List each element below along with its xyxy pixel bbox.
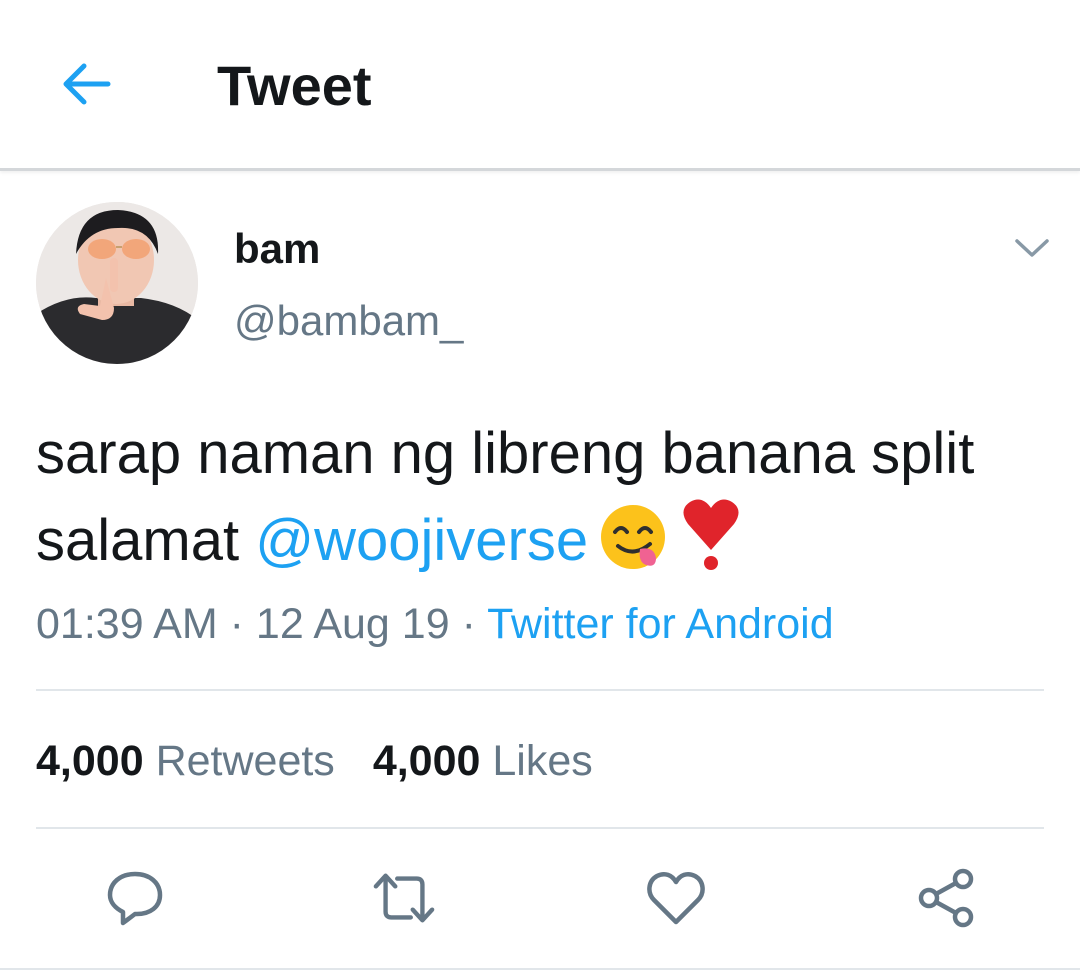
profile-photo xyxy=(36,202,198,364)
retweet-icon xyxy=(373,873,435,923)
like-button[interactable] xyxy=(644,866,708,930)
retweets-count: 4,000 xyxy=(36,737,144,785)
mention-link[interactable]: @woojiverse xyxy=(255,508,588,573)
heavy-heart-exclamation-emoji xyxy=(678,496,744,595)
reply-icon xyxy=(107,871,163,926)
back-button[interactable] xyxy=(50,52,120,116)
divider xyxy=(36,827,1044,829)
retweets-stat[interactable]: 4,000 Retweets xyxy=(36,737,335,785)
divider xyxy=(36,689,1044,691)
tweet-text: sarap naman ng libreng banana split sala… xyxy=(36,412,1046,595)
likes-label: Likes xyxy=(492,737,593,785)
likes-stat[interactable]: 4,000 Likes xyxy=(373,737,593,785)
likes-count: 4,000 xyxy=(372,737,481,785)
avatar[interactable] xyxy=(36,202,198,364)
share-icon xyxy=(918,868,974,928)
page-title: Tweet xyxy=(217,54,372,117)
tweet-options-button[interactable] xyxy=(1010,226,1054,270)
retweet-button[interactable] xyxy=(372,866,436,930)
retweets-label: Retweets xyxy=(155,737,335,785)
divider xyxy=(0,968,1080,970)
meta-separator: · xyxy=(461,600,476,648)
app-header: Tweet xyxy=(0,0,1080,171)
author-display-name[interactable]: bam xyxy=(234,224,320,274)
like-icon xyxy=(647,872,705,925)
tweet-date: 12 Aug 19 xyxy=(255,600,450,648)
tweet-source-link[interactable]: Twitter for Android xyxy=(487,600,834,648)
arrow-left-icon xyxy=(63,63,111,105)
author-handle[interactable]: @bambam_ xyxy=(234,296,463,346)
tweet-stats: 4,000 Retweets 4,000 Likes xyxy=(36,735,593,787)
share-button[interactable] xyxy=(914,866,978,930)
chevron-down-icon xyxy=(1015,239,1049,257)
yum-face-emoji xyxy=(598,502,668,595)
tweet-meta: 01:39 AM · 12 Aug 19 · Twitter for Andro… xyxy=(36,598,834,650)
tweet-time: 01:39 AM xyxy=(36,600,218,648)
reply-button[interactable] xyxy=(103,866,167,930)
meta-separator: · xyxy=(229,600,244,648)
